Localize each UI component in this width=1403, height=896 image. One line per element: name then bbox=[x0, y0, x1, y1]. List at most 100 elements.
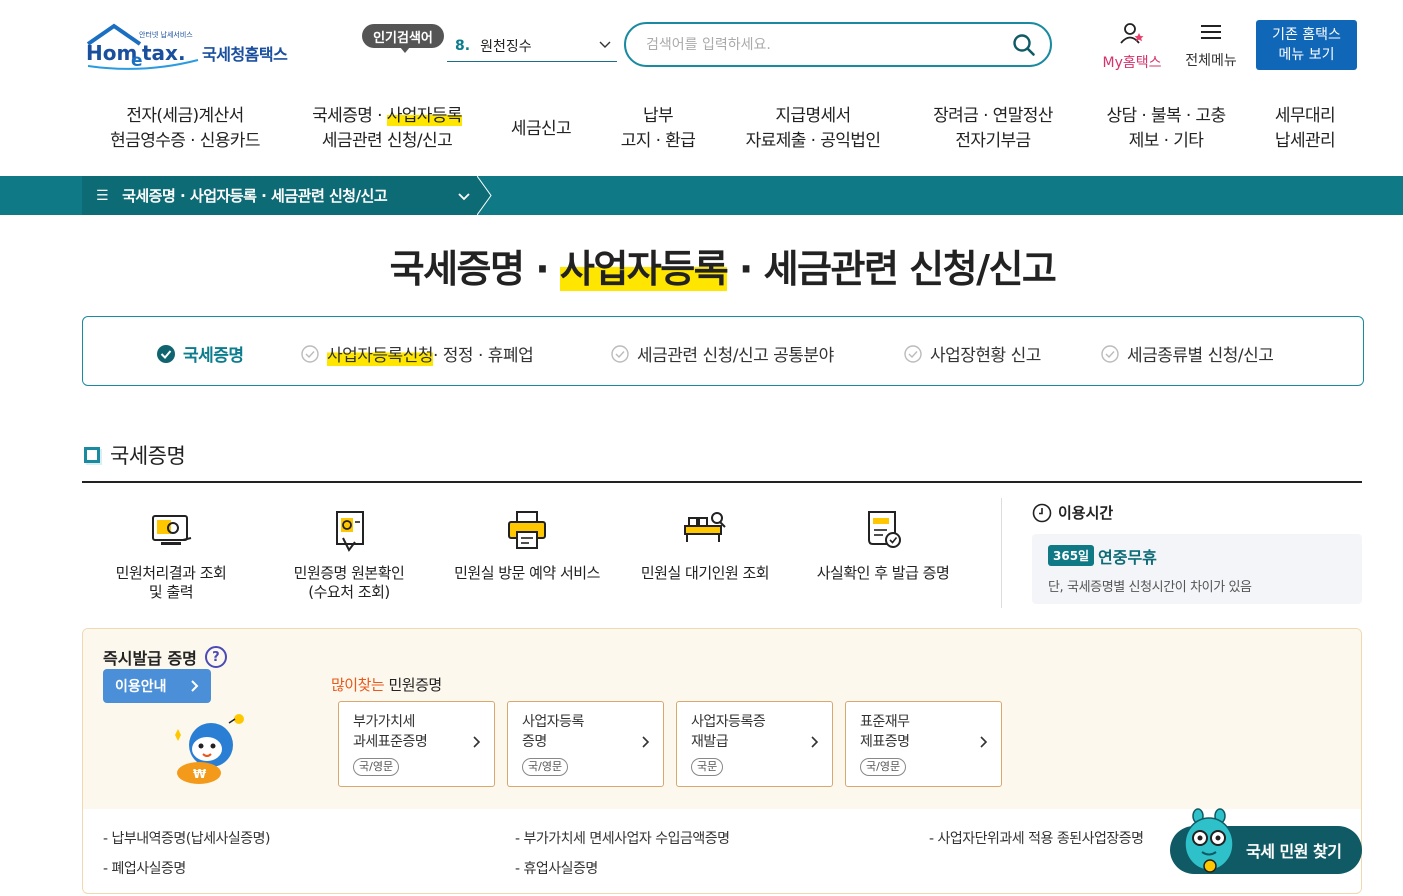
service-original-check[interactable]: 민원증명 원본확인 (수요처 조회) bbox=[264, 508, 434, 602]
gnb-einvoice[interactable]: 전자(세금)계산서 현금영수증 · 신용카드 bbox=[96, 104, 274, 154]
old-menu-button[interactable]: 기존 홈택스 메뉴 보기 bbox=[1256, 20, 1357, 70]
check-circle-icon bbox=[904, 344, 922, 363]
card-title-line: 제표증명 bbox=[860, 734, 910, 750]
waiting-search-icon bbox=[684, 512, 726, 542]
gnb-label: 전자기부금 bbox=[955, 131, 1031, 151]
document-check-icon bbox=[336, 511, 364, 552]
search-input[interactable] bbox=[646, 36, 1006, 53]
usage-time-value: 연중무휴 bbox=[1098, 548, 1157, 567]
gnb-label: 전자(세금)계산서 bbox=[126, 106, 244, 126]
usage-time-heading: 이용시간 bbox=[1032, 502, 1113, 523]
popular-search-badge: 인기검색어 bbox=[362, 24, 444, 53]
help-icon[interactable]: ? bbox=[204, 646, 227, 668]
popular-rank: 8. bbox=[455, 37, 471, 54]
gnb-payment-statement[interactable]: 지급명세서 자료제출 · 공익법인 bbox=[732, 104, 894, 154]
page-title-part: 국세증명 · bbox=[389, 247, 560, 291]
card-title-line: 과세표준증명 bbox=[353, 734, 428, 750]
gnb-label: 국세증명 · 사업자등록 bbox=[298, 104, 476, 129]
breadcrumb-arrow bbox=[477, 176, 492, 215]
certificate-card[interactable]: 표준재무 제표증명 국/영문 bbox=[845, 701, 1002, 787]
gnb-tax-return[interactable]: 세금신고 bbox=[496, 117, 586, 142]
page-title: 국세증명 · 사업자등록 · 세금관련 신청/신고 bbox=[0, 238, 1403, 293]
gnb-incentive[interactable]: 장려금 · 연말정산 전자기부금 bbox=[914, 104, 1072, 154]
my-hometax-label: My홈택스 bbox=[1102, 55, 1162, 71]
old-menu-line1: 기존 홈택스 bbox=[1272, 27, 1341, 43]
language-tag: 국/영문 bbox=[860, 758, 907, 776]
card-title-line: 증명 bbox=[522, 734, 547, 750]
service-label: 민원증명 원본확인 bbox=[293, 564, 405, 582]
gnb-payment[interactable]: 납부 고지 · 환급 bbox=[604, 104, 712, 154]
tab-label: 세금관련 신청/신고 공통분야 bbox=[637, 346, 834, 366]
section-title-label: 국세증명 bbox=[110, 444, 186, 468]
gnb-label: 고지 · 환급 bbox=[620, 131, 696, 151]
certificate-card[interactable]: 부가가치세 과세표준증명 국/영문 bbox=[338, 701, 495, 787]
service-label: 사실확인 후 발급 증명 bbox=[816, 564, 950, 582]
days-badge: 365일 bbox=[1048, 545, 1095, 566]
certificate-link[interactable]: - 납부내역증명(납세사실증명) bbox=[103, 828, 271, 848]
gnb-tax-agent[interactable]: 세무대리 납세관리 bbox=[1258, 104, 1352, 154]
page-title-part: · 세금관련 신청/신고 bbox=[727, 247, 1057, 291]
gnb-label: 세무대리 bbox=[1274, 106, 1336, 126]
tab-certificate[interactable]: 국세증명 bbox=[157, 341, 244, 366]
language-tag: 국/영문 bbox=[353, 758, 400, 776]
gnb-label: 세금관련 신청/신고 bbox=[321, 131, 453, 151]
card-title-line: 사업자등록 bbox=[522, 714, 584, 730]
svg-text:₩: ₩ bbox=[193, 767, 207, 781]
gnb-label-part: 국세증명 · bbox=[312, 106, 387, 126]
clock-icon bbox=[1032, 503, 1052, 522]
certificate-link[interactable]: - 휴업사실증명 bbox=[515, 858, 598, 878]
svg-text:tax.: tax. bbox=[142, 41, 186, 65]
chevron-right-icon bbox=[811, 736, 819, 748]
popular-emphasis: 많이찾는 bbox=[331, 676, 385, 694]
hometax-logo[interactable]: Hom e tax. 안터넷 납세서비스 국세청홈택스 bbox=[84, 22, 299, 70]
usage-guide-button[interactable]: 이용안내 bbox=[103, 669, 211, 703]
breadcrumb-dropdown[interactable]: ☰ 국세증명 · 사업자등록 · 세금관련 신청/신고 bbox=[82, 176, 477, 215]
tab-business-registration[interactable]: 사업자등록신청 · 정정 · 휴폐업 bbox=[301, 341, 534, 366]
tab-common-application[interactable]: 세금관련 신청/신고 공통분야 bbox=[611, 341, 834, 366]
usage-time-label: 이용시간 bbox=[1058, 504, 1114, 522]
search-box bbox=[624, 22, 1052, 67]
chevron-right-icon bbox=[473, 736, 481, 748]
chevron-down-icon bbox=[458, 193, 470, 201]
gnb-certificate-registration[interactable]: 국세증명 · 사업자등록 세금관련 신청/신고 bbox=[298, 104, 476, 154]
finder-label: 국세 민원 찾기 bbox=[1246, 842, 1342, 861]
gnb-consultation[interactable]: 상담 · 불복 · 고충 제보 · 기타 bbox=[1088, 104, 1244, 154]
certificate-card[interactable]: 사업자등록증재발급 국문 bbox=[676, 701, 833, 787]
printer-icon bbox=[508, 511, 546, 549]
old-menu-line2: 메뉴 보기 bbox=[1278, 47, 1335, 63]
tab-tax-type[interactable]: 세금종류별 신청/신고 bbox=[1101, 341, 1274, 366]
breadcrumb-label: 국세증명 · 사업자등록 · 세금관련 신청/신고 bbox=[122, 187, 388, 205]
language-tag: 국문 bbox=[691, 758, 724, 776]
certificate-card[interactable]: 사업자등록 증명 국/영문 bbox=[507, 701, 664, 787]
finder-mascot-icon bbox=[1184, 808, 1234, 873]
all-menu-button[interactable]: 전체메뉴 bbox=[1178, 22, 1244, 72]
check-circle-icon bbox=[1101, 344, 1119, 363]
square-bullet-icon bbox=[84, 447, 100, 463]
chevron-right-icon bbox=[642, 736, 650, 748]
tab-label-highlight: 사업자등록신청 bbox=[327, 341, 433, 366]
service-fact-certificate[interactable]: 사실확인 후 발급 증명 bbox=[798, 508, 968, 583]
service-visit-reservation[interactable]: 민원실 방문 예약 서비스 bbox=[442, 508, 612, 583]
check-circle-icon bbox=[301, 344, 319, 363]
search-icon[interactable] bbox=[1012, 33, 1036, 57]
certificate-link[interactable]: - 부가가치세 면세사업자 수입금액증명 bbox=[515, 828, 730, 848]
certificate-link[interactable]: - 사업자단위과세 적용 종된사업장증명 bbox=[929, 828, 1144, 848]
monitor-result-icon bbox=[152, 515, 192, 545]
mascot-illustration: ₩ bbox=[175, 714, 244, 784]
my-hometax-button[interactable]: My홈택스 bbox=[1097, 22, 1167, 72]
chevron-right-icon bbox=[980, 736, 988, 748]
certificate-link[interactable]: - 폐업사실증명 bbox=[103, 858, 186, 878]
vertical-divider bbox=[1001, 498, 1002, 608]
logo-name: 국세청홈택스 bbox=[202, 45, 288, 64]
usage-time-note: 단, 국세증명별 신청시간이 차이가 있음 bbox=[1048, 580, 1252, 595]
service-result-inquiry[interactable]: 민원처리결과 조회 및 출력 bbox=[86, 508, 256, 602]
service-label: (수요처 조회) bbox=[308, 583, 390, 601]
page-title-highlight: 사업자등록 bbox=[559, 247, 729, 291]
card-title-line: 재발급 bbox=[691, 734, 729, 750]
popular-search-select[interactable]: 8. 원천징수 bbox=[447, 30, 617, 62]
gnb-label: 납세관리 bbox=[1274, 131, 1336, 151]
tab-business-status[interactable]: 사업장현황 신고 bbox=[904, 341, 1041, 366]
service-waiting-inquiry[interactable]: 민원실 대기인원 조회 bbox=[620, 508, 790, 583]
svg-text:Hom: Hom bbox=[86, 41, 137, 65]
card-title-line: 사업자등록증 bbox=[691, 714, 766, 730]
